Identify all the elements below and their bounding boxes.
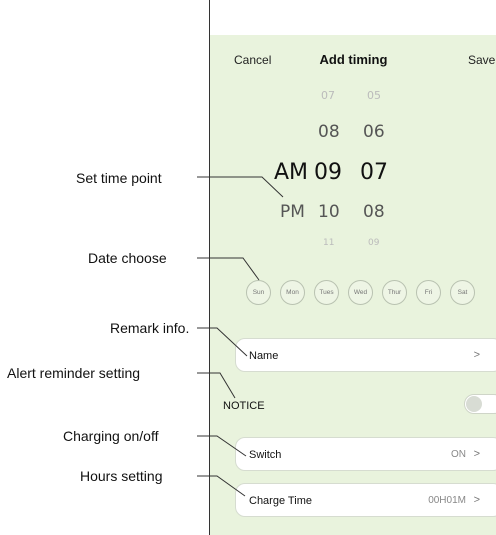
day-chip-sun[interactable]: Sun [246, 280, 271, 305]
callout-charging-onoff: Charging on/off [63, 428, 159, 444]
day-chip-sat[interactable]: Sat [450, 280, 475, 305]
callout-alert-reminder: Alert reminder setting [7, 365, 141, 381]
save-button[interactable]: Save [468, 53, 495, 67]
toggle-knob [466, 396, 482, 412]
day-chip-wed[interactable]: Wed [348, 280, 373, 305]
picker-hour-selected[interactable]: 09 [314, 160, 342, 185]
charge-time-value: 00H01M [428, 495, 466, 506]
day-chip-tues[interactable]: Tues [314, 280, 339, 305]
day-chip-fri[interactable]: Fri [416, 280, 441, 305]
callout-date-choose: Date choose [88, 250, 167, 266]
picker-hour-item[interactable]: 10 [318, 202, 340, 222]
day-chip-mon[interactable]: Mon [280, 280, 305, 305]
switch-label: Switch [249, 449, 282, 461]
notice-toggle[interactable] [464, 394, 496, 414]
picker-period-selected[interactable]: AM [274, 160, 308, 185]
switch-row[interactable]: Switch ON > [235, 437, 496, 471]
chevron-right-icon: > [473, 448, 480, 460]
picker-minute-item[interactable]: 06 [363, 122, 385, 142]
callout-set-time-point: Set time point [76, 170, 162, 186]
charge-time-row[interactable]: Charge Time 00H01M > [235, 483, 496, 517]
page-title: Add timing [319, 52, 388, 67]
picker-hour-item[interactable]: 11 [323, 238, 334, 248]
picker-minute-selected[interactable]: 07 [360, 160, 388, 185]
picker-hour-item[interactable]: 08 [318, 122, 340, 142]
phone-screen: Cancel Add timing Save 07 08 09 10 11 05… [209, 0, 496, 535]
day-chip-thur[interactable]: Thur [382, 280, 407, 305]
name-label: Name [249, 350, 279, 362]
chevron-right-icon: > [473, 349, 480, 361]
notice-label: NOTICE [223, 400, 265, 412]
name-row[interactable]: Name > [235, 338, 496, 372]
picker-hour-item[interactable]: 07 [321, 89, 335, 102]
picker-period-item[interactable]: PM [280, 202, 305, 222]
time-picker[interactable]: 07 08 09 10 11 05 06 07 08 09 AM PM [210, 85, 496, 250]
chevron-right-icon: > [473, 494, 480, 506]
picker-minute-item[interactable]: 08 [363, 202, 385, 222]
charge-time-label: Charge Time [249, 495, 312, 507]
status-bar [210, 0, 496, 35]
picker-minute-item[interactable]: 05 [367, 89, 381, 102]
header-bar: Cancel Add timing Save [210, 35, 496, 85]
switch-value: ON [451, 449, 466, 460]
callout-remark-info: Remark info. [110, 320, 190, 336]
picker-minute-item[interactable]: 09 [368, 238, 379, 248]
callout-hours-setting: Hours setting [80, 468, 163, 484]
